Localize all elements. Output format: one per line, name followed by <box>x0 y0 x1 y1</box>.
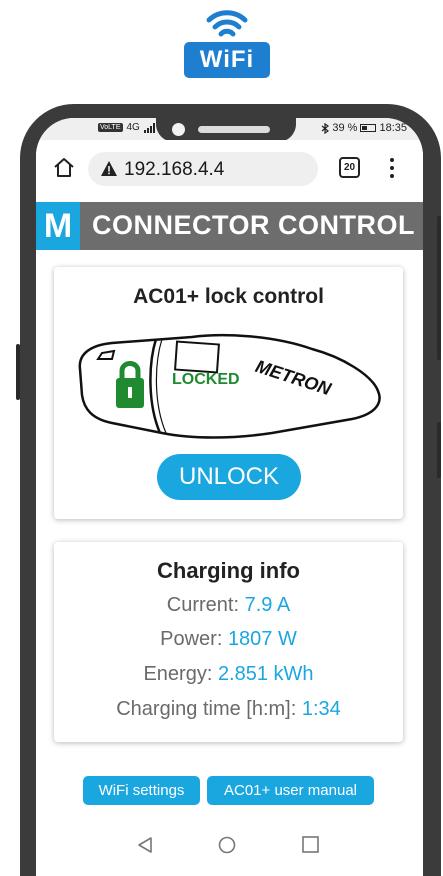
power-row: Power: 1807 W <box>54 628 403 651</box>
current-value: 7.9 A <box>244 594 291 616</box>
earpiece-speaker <box>198 126 270 133</box>
lock-card-title: AC01+ lock control <box>133 285 324 308</box>
volte-badge: VoLTE <box>98 123 123 132</box>
home-icon[interactable] <box>52 156 76 180</box>
network-type: 4G <box>126 122 140 133</box>
bluetooth-icon <box>322 122 330 134</box>
lock-control-card: AC01+ lock control METRON LOCKED UNLOCK <box>54 267 403 519</box>
phone-screen: VoLTE 4G 39 % 18:35 192.168.4.4 20 M CON… <box>36 118 423 876</box>
wifi-settings-button[interactable]: WiFi settings <box>83 776 200 805</box>
home-nav-icon[interactable] <box>218 836 236 854</box>
app-header: M CONNECTOR CONTROL <box>36 202 423 250</box>
back-icon[interactable] <box>137 836 153 854</box>
battery-icon <box>360 124 377 132</box>
phone-frame: VoLTE 4G 39 % 18:35 192.168.4.4 20 M CON… <box>16 104 441 876</box>
status-right: 39 % 18:35 <box>321 122 407 134</box>
lock-status-label: LOCKED <box>172 371 240 388</box>
system-nav-bar <box>36 816 423 876</box>
charging-card-title: Charging info <box>157 558 300 583</box>
camera-notch <box>156 118 296 142</box>
energy-label: Energy: <box>143 663 218 685</box>
charging-time-label: Charging time [h:m]: <box>116 698 302 720</box>
current-label: Current: <box>166 594 245 616</box>
page-title: CONNECTOR CONTROL <box>92 210 415 240</box>
power-label: Power: <box>160 628 228 650</box>
charging-info-card: Charging info Current: 7.9 A Power: 1807… <box>54 542 403 742</box>
tab-count-button[interactable]: 20 <box>339 157 360 178</box>
power-button-top <box>437 216 441 360</box>
warning-icon <box>101 161 117 176</box>
battery-percent: 39 % <box>332 122 358 134</box>
front-camera <box>172 123 185 136</box>
status-time: 18:35 <box>379 122 407 134</box>
recents-icon[interactable] <box>302 836 319 853</box>
user-manual-button[interactable]: AC01+ user manual <box>207 776 374 805</box>
brand-logo: M <box>36 202 80 250</box>
volume-button <box>16 344 20 400</box>
wifi-signal-icon <box>206 10 248 37</box>
energy-row: Energy: 2.851 kWh <box>54 663 403 686</box>
browser-toolbar: 192.168.4.4 20 <box>36 140 423 202</box>
wifi-badge-label: WiFi <box>184 42 270 78</box>
unlock-button[interactable]: UNLOCK <box>157 454 301 500</box>
signal-bars-icon <box>143 122 155 133</box>
current-row: Current: 7.9 A <box>54 594 403 617</box>
power-button-bottom <box>437 422 441 478</box>
wifi-logo: WiFi <box>180 4 274 80</box>
more-menu-icon[interactable] <box>388 156 396 180</box>
url-text: 192.168.4.4 <box>124 159 225 180</box>
charging-time-row: Charging time [h:m]: 1:34 <box>54 698 403 721</box>
address-bar[interactable]: 192.168.4.4 <box>88 152 318 186</box>
energy-value: 2.851 kWh <box>217 663 314 685</box>
charging-time-value: 1:34 <box>301 698 341 720</box>
power-value: 1807 W <box>227 628 297 650</box>
